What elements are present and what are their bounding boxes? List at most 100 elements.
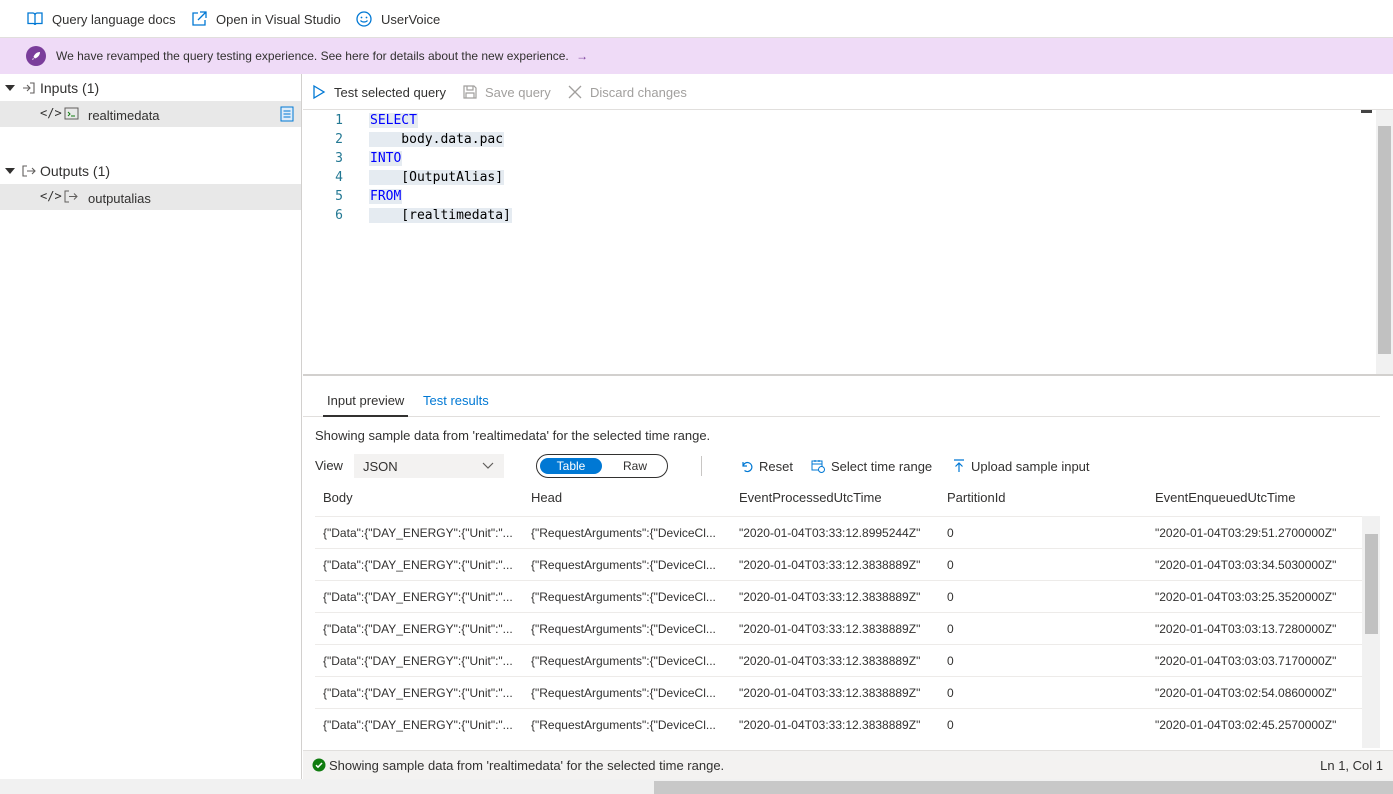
chevron-down-icon <box>482 462 494 469</box>
info-banner[interactable]: We have revamped the query testing exper… <box>0 38 1393 74</box>
editor-toolbar: Test selected query Save query Discard c… <box>303 74 1393 110</box>
table-cell: {"RequestArguments":{"DeviceCl... <box>531 590 716 604</box>
table-cell: {"Data":{"DAY_ENERGY":{"Unit":"... <box>323 654 513 668</box>
minimap-marker <box>1361 110 1372 113</box>
column-header-body[interactable]: Body <box>323 490 353 505</box>
table-row[interactable]: {"Data":{"DAY_ENERGY":{"Unit":"... {"Requ… <box>315 612 1362 644</box>
tree-item-outputalias[interactable]: </> outputalias <box>0 184 301 210</box>
banner-message: We have revamped the query testing exper… <box>56 49 588 63</box>
save-icon <box>463 85 477 99</box>
calendar-clock-icon <box>811 460 825 473</box>
open-visual-studio-link[interactable]: Open in Visual Studio <box>190 0 341 38</box>
play-icon <box>313 84 326 100</box>
line-number: 2 <box>335 132 343 147</box>
table-cell: "2020-01-04T03:02:45.2570000Z" <box>1155 718 1337 732</box>
table-row[interactable]: {"Data":{"DAY_ENERGY":{"Unit":"... {"Requ… <box>315 516 1362 548</box>
scrollbar-thumb[interactable] <box>1378 126 1391 354</box>
caret-down-icon <box>5 85 15 91</box>
table-row[interactable]: {"Data":{"DAY_ENERGY":{"Unit":"... {"Requ… <box>315 644 1362 676</box>
table-cell: {"RequestArguments":{"DeviceCl... <box>531 622 716 636</box>
arrow-right-icon: → <box>576 49 589 63</box>
open-visual-studio-label: Open in Visual Studio <box>216 11 341 27</box>
cursor-position: Ln 1, Col 1 <box>1320 758 1383 773</box>
query-docs-label: Query language docs <box>52 11 176 27</box>
view-format-dropdown[interactable]: JSON <box>354 454 504 478</box>
book-icon <box>27 12 43 26</box>
code-icon: </> <box>40 189 62 203</box>
table-raw-toggle[interactable]: Table Raw <box>536 454 668 478</box>
test-selected-query-button[interactable]: Test selected query <box>311 74 446 110</box>
table-cell: 0 <box>947 654 954 668</box>
table-cell: 0 <box>947 718 954 732</box>
code-line: SELECT <box>369 113 418 128</box>
line-number: 5 <box>335 189 343 204</box>
tab-test-results[interactable]: Test results <box>423 393 489 408</box>
editor-scrollbar[interactable] <box>1361 110 1393 374</box>
table-cell: "2020-01-04T03:33:12.3838889Z" <box>739 558 921 572</box>
save-query-label: Save query <box>485 84 551 100</box>
table-row[interactable]: {"Data":{"DAY_ENERGY":{"Unit":"... {"Requ… <box>315 708 1362 740</box>
test-selected-query-label: Test selected query <box>334 84 447 100</box>
column-header-event-processed[interactable]: EventProcessedUtcTime <box>739 490 882 505</box>
table-cell: {"Data":{"DAY_ENERGY":{"Unit":"... <box>323 558 513 572</box>
column-header-event-enqueued[interactable]: EventEnqueuedUtcTime <box>1155 490 1295 505</box>
table-cell: "2020-01-04T03:33:12.3838889Z" <box>739 654 921 668</box>
table-cell: "2020-01-04T03:29:51.2700000Z" <box>1155 526 1337 540</box>
tab-input-preview[interactable]: Input preview <box>322 393 409 417</box>
uservoice-link[interactable]: UserVoice <box>355 0 440 38</box>
table-row[interactable]: {"Data":{"DAY_ENERGY":{"Unit":"... {"Requ… <box>315 580 1362 612</box>
table-row[interactable]: {"Data":{"DAY_ENERGY":{"Unit":"... {"Requ… <box>315 676 1362 708</box>
save-query-button[interactable]: Save query <box>462 74 551 110</box>
toggle-raw-option[interactable]: Raw <box>607 458 663 474</box>
close-icon <box>568 85 582 99</box>
view-label: View <box>315 458 343 473</box>
code-icon: </> <box>40 106 62 120</box>
scrollbar-thumb[interactable] <box>654 781 1393 794</box>
table-cell: "2020-01-04T03:03:34.5030000Z" <box>1155 558 1337 572</box>
code-line: [realtimedata] <box>369 208 512 223</box>
table-cell: {"Data":{"DAY_ENERGY":{"Unit":"... <box>323 590 513 604</box>
table-cell: {"RequestArguments":{"DeviceCl... <box>531 654 716 668</box>
uservoice-label: UserVoice <box>381 11 441 27</box>
toggle-table-option[interactable]: Table <box>540 458 602 474</box>
column-header-partition-id[interactable]: PartitionId <box>947 490 1006 505</box>
table-cell: "2020-01-04T03:33:12.3838889Z" <box>739 718 921 732</box>
input-icon <box>23 82 35 94</box>
select-time-range-button[interactable]: Select time range <box>811 454 932 478</box>
top-toolbar: Query language docs Open in Visual Studi… <box>0 0 1393 38</box>
query-docs-link[interactable]: Query language docs <box>26 0 176 38</box>
horizontal-scrollbar[interactable] <box>0 779 1393 794</box>
outputs-group[interactable]: Outputs (1) <box>0 158 302 184</box>
query-editor[interactable]: 1 SELECT 2 body.data.pac 3 INTO 4 [Outpu… <box>303 110 1361 374</box>
select-time-range-label: Select time range <box>831 458 933 474</box>
table-cell: 0 <box>947 558 954 572</box>
success-check-icon <box>312 758 326 772</box>
table-cell: "2020-01-04T03:02:54.0860000Z" <box>1155 686 1337 700</box>
external-link-icon <box>192 11 207 26</box>
view-options-row: View JSON Table Raw Reset Select time ra… <box>303 450 1380 480</box>
table-cell: {"Data":{"DAY_ENERGY":{"Unit":"... <box>323 526 513 540</box>
line-number: 3 <box>335 151 343 166</box>
upload-sample-input-button[interactable]: Upload sample input <box>953 454 1090 478</box>
sample-data-icon[interactable] <box>280 106 294 122</box>
undo-icon <box>742 461 753 472</box>
table-cell: {"Data":{"DAY_ENERGY":{"Unit":"... <box>323 686 513 700</box>
table-scrollbar[interactable] <box>1362 516 1380 748</box>
code-line: FROM <box>369 189 403 204</box>
reset-button[interactable]: Reset <box>740 454 793 478</box>
smiley-icon <box>356 11 372 27</box>
status-bar: Showing sample data from 'realtimedata' … <box>303 750 1393 779</box>
discard-changes-button[interactable]: Discard changes <box>567 74 687 110</box>
scrollbar-thumb[interactable] <box>1365 534 1378 634</box>
tree-item-realtimedata[interactable]: </> realtimedata <box>0 101 301 127</box>
table-cell: 0 <box>947 590 954 604</box>
inputs-label: Inputs (1) <box>40 80 100 96</box>
table-row[interactable]: {"Data":{"DAY_ENERGY":{"Unit":"... {"Requ… <box>315 548 1362 580</box>
code-line: [OutputAlias] <box>369 170 505 185</box>
column-header-head[interactable]: Head <box>531 490 562 505</box>
line-number: 6 <box>335 208 343 223</box>
table-cell: "2020-01-04T03:03:25.3520000Z" <box>1155 590 1337 604</box>
line-number: 4 <box>335 170 343 185</box>
reset-label: Reset <box>759 458 793 474</box>
inputs-group[interactable]: Inputs (1) <box>0 75 302 101</box>
